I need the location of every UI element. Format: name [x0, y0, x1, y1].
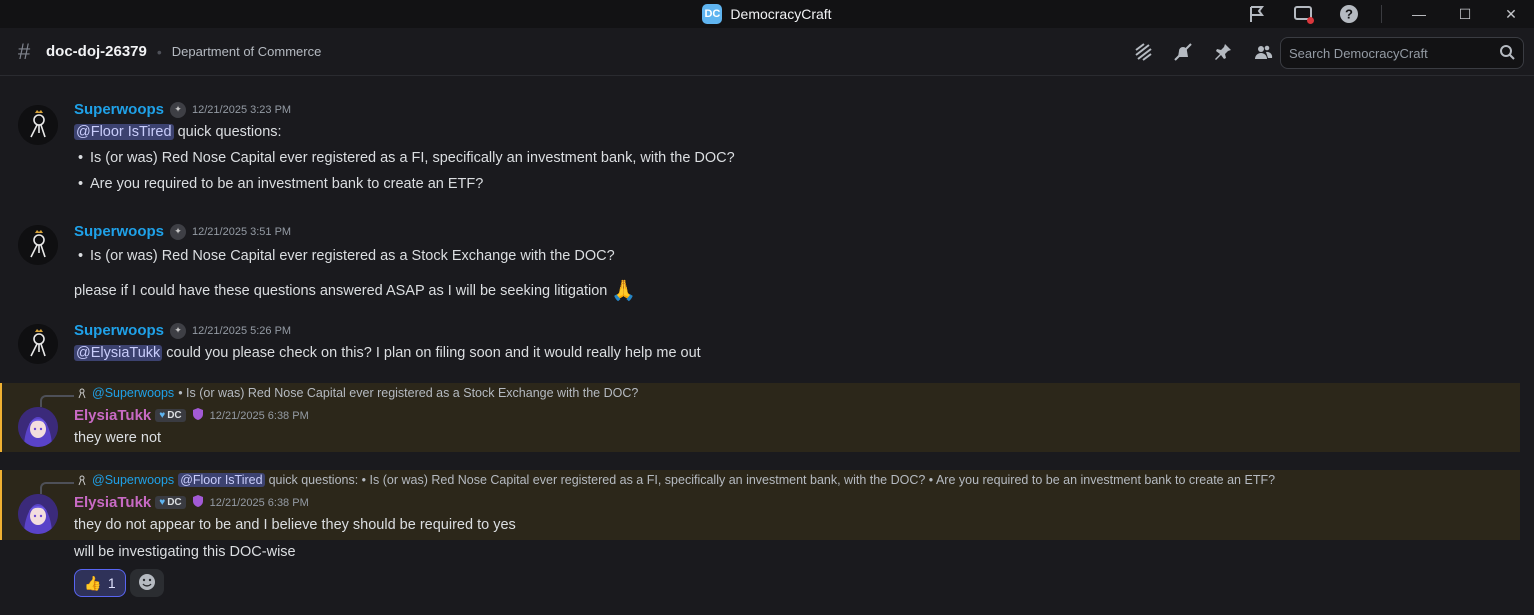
close-button[interactable]: ✕ — [1488, 0, 1534, 28]
timestamp: 12/21/2025 5:26 PM — [192, 324, 292, 337]
user-mention[interactable]: @ElysiaTukk — [74, 345, 163, 361]
app-logo-icon: DC — [702, 4, 723, 24]
timestamp: 12/21/2025 6:38 PM — [209, 409, 309, 422]
message-highlighted: @Superwoops @Floor IsTired quick questio… — [0, 470, 1520, 540]
members-icon[interactable] — [1252, 41, 1274, 63]
user-mention[interactable]: @Floor IsTired — [74, 124, 174, 140]
app-title: DC DemocracyCraft — [702, 4, 832, 24]
search-input[interactable]: Search DemocracyCraft — [1289, 46, 1499, 61]
search-box[interactable]: Search DemocracyCraft — [1280, 37, 1524, 69]
flag-icon[interactable] — [1243, 0, 1271, 28]
reply-text: quick questions: • Is (or was) Red Nose … — [268, 473, 1276, 487]
reply-author[interactable]: @Superwoops — [92, 473, 174, 487]
message-text: they do not appear to be and I believe t… — [74, 517, 516, 533]
channel-name: doc-doj-26379 — [46, 43, 147, 60]
reply-avatar-icon — [76, 474, 88, 486]
message-text: please if I could have these questions a… — [74, 282, 608, 299]
role-badge-icon[interactable]: ✦ — [170, 223, 187, 240]
threads-icon[interactable] — [1132, 41, 1154, 63]
message-text: will be investigating this DOC-wise — [74, 544, 296, 560]
add-reaction-button[interactable] — [130, 569, 164, 597]
channel-header: # doc-doj-26379 • Department of Commerce… — [0, 28, 1534, 76]
avatar[interactable] — [18, 494, 58, 534]
timestamp: 12/21/2025 6:38 PM — [209, 496, 309, 509]
reply-avatar-icon — [76, 387, 88, 399]
minimize-button[interactable]: — — [1396, 0, 1442, 28]
author-name[interactable]: Superwoops — [74, 322, 164, 339]
header-separator: • — [156, 43, 162, 60]
message-text: could you please check on this? I plan o… — [166, 345, 701, 361]
avatar[interactable] — [18, 105, 58, 145]
pin-icon[interactable] — [1212, 41, 1234, 63]
timestamp: 12/21/2025 3:23 PM — [192, 103, 292, 116]
reply-preview[interactable]: @Superwoops • Is (or was) Red Nose Capit… — [76, 386, 638, 400]
list-item: Is (or was) Red Nose Capital ever regist… — [78, 248, 615, 264]
shield-icon[interactable] — [192, 494, 204, 511]
app-title-text: DemocracyCraft — [730, 6, 832, 22]
add-reaction-icon — [138, 573, 156, 594]
role-badge-icon[interactable]: ✦ — [170, 101, 187, 118]
channel-hash-icon: # — [18, 38, 31, 64]
message-highlighted: @Superwoops • Is (or was) Red Nose Capit… — [0, 383, 1520, 452]
screen-share-icon[interactable] — [1289, 0, 1317, 28]
svg-text:?: ? — [1345, 7, 1353, 22]
maximize-button[interactable]: ☐ — [1442, 0, 1488, 28]
mute-notifications-icon[interactable] — [1172, 41, 1194, 63]
shield-icon[interactable] — [192, 407, 204, 424]
reply-author[interactable]: @Superwoops — [92, 386, 174, 400]
help-icon[interactable]: ? — [1335, 0, 1363, 28]
server-tag[interactable]: ♥ DC — [155, 496, 186, 509]
search-icon[interactable] — [1499, 44, 1515, 63]
reaction-thumbs-up[interactable]: 👍 1 — [74, 569, 126, 597]
role-badge-icon[interactable]: ✦ — [170, 322, 187, 339]
author-name[interactable]: ElysiaTukk — [74, 494, 151, 511]
author-name[interactable]: ElysiaTukk — [74, 407, 151, 424]
avatar[interactable] — [18, 407, 58, 447]
reply-mention[interactable]: @Floor IsTired — [178, 473, 265, 487]
pray-emoji-icon: 🙏 — [611, 280, 637, 302]
list-item: Is (or was) Red Nose Capital ever regist… — [78, 150, 735, 166]
avatar[interactable] — [18, 225, 58, 265]
reaction-count: 1 — [107, 575, 116, 591]
author-name[interactable]: Superwoops — [74, 223, 164, 240]
list-item: Are you required to be an investment ban… — [78, 176, 483, 192]
thumbs-up-icon: 👍 — [84, 574, 102, 591]
message-continuation: will be investigating this DOC-wise — [74, 544, 296, 560]
author-name[interactable]: Superwoops — [74, 101, 164, 118]
title-bar: DC DemocracyCraft ? — ☐ ✕ — [0, 0, 1534, 28]
server-tag[interactable]: ♥ DC — [155, 409, 186, 422]
avatar[interactable] — [18, 324, 58, 364]
timestamp: 12/21/2025 3:51 PM — [192, 225, 292, 238]
channel-topic[interactable]: Department of Commerce — [172, 44, 322, 59]
message-text: they were not — [74, 430, 162, 446]
message-text: quick questions: — [177, 124, 282, 140]
reply-preview[interactable]: @Superwoops @Floor IsTired quick questio… — [76, 473, 1275, 487]
reply-text: • Is (or was) Red Nose Capital ever regi… — [178, 386, 639, 400]
